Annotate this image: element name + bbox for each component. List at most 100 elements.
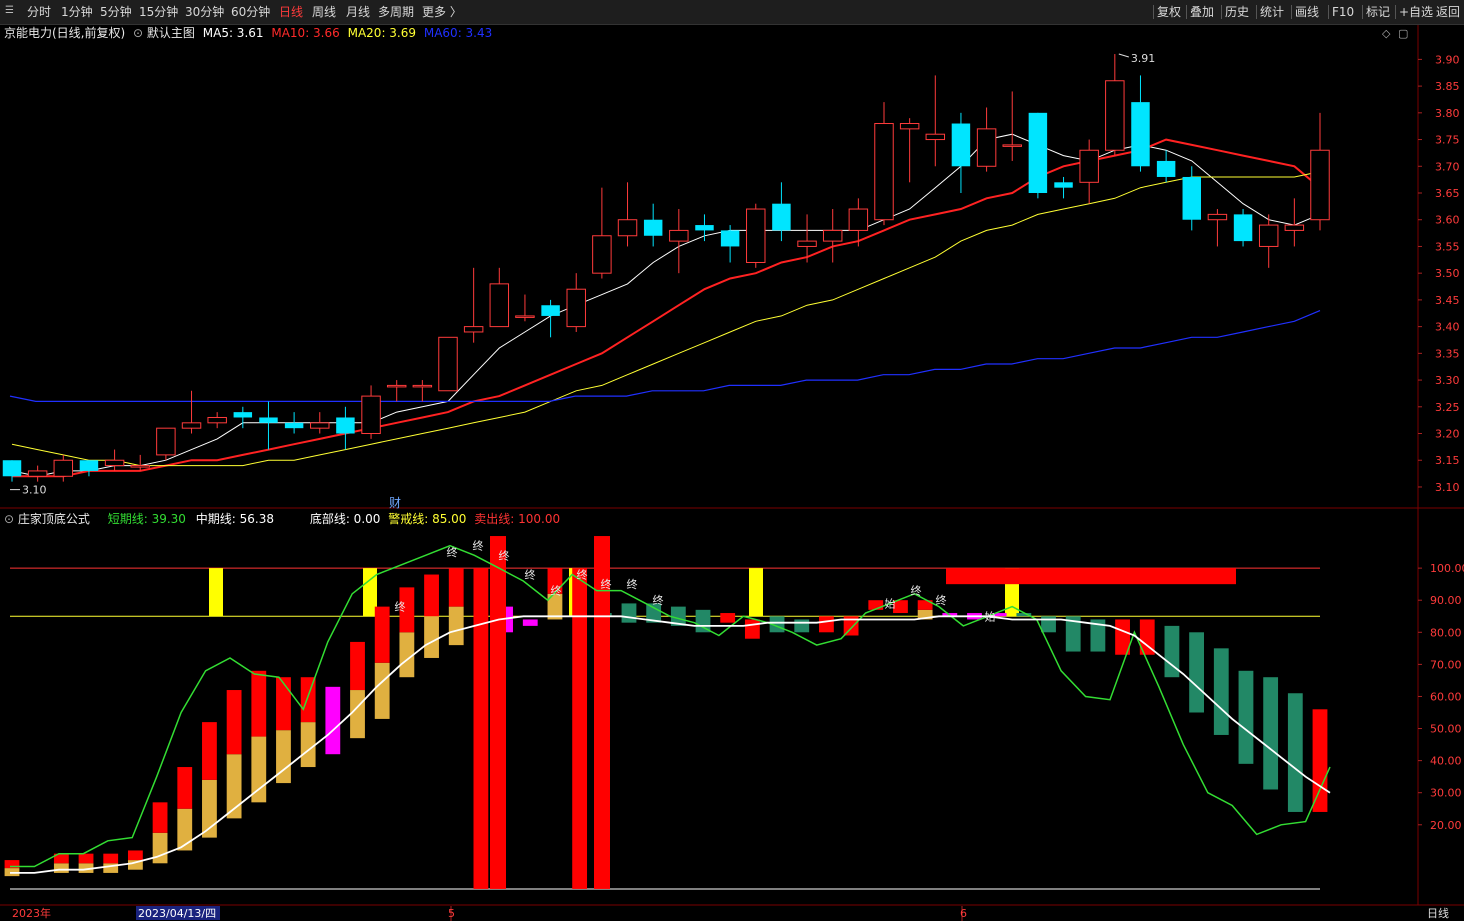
price-tick-label: 3.65 — [1435, 187, 1460, 200]
hist-bar-red — [424, 574, 439, 617]
top-signal-band — [946, 568, 1236, 585]
price-tick-label: 3.35 — [1435, 347, 1460, 360]
hist-bar-red — [78, 853, 94, 864]
sell-signal-column — [490, 536, 506, 889]
candle-body-up — [592, 235, 612, 274]
candle-body-up — [848, 208, 869, 231]
hist-bar-red — [276, 677, 291, 731]
candle-body-up — [899, 123, 920, 130]
candle-body-up — [874, 123, 894, 221]
diamond-icon[interactable]: ◇ — [1382, 27, 1390, 40]
hist-bar-magenta — [325, 686, 341, 755]
finance-event-marker: 财 — [389, 496, 401, 510]
hist-bar-gold — [424, 616, 439, 658]
indicator-tick-label: 60.00 — [1430, 690, 1462, 703]
end-marker: 终 — [551, 584, 562, 598]
candle-body-up — [515, 315, 535, 318]
high-price-label: 3.91 — [1131, 52, 1156, 65]
end-marker: 终 — [627, 577, 638, 591]
hist-bar-green — [1263, 677, 1279, 790]
indicator-tick-label: 30.00 — [1430, 787, 1462, 800]
candle-body-down — [1156, 160, 1176, 177]
candle-body-up — [1079, 149, 1099, 183]
low-price-label: 3.10 — [22, 484, 47, 497]
indicator-tick-label: 40.00 — [1430, 755, 1462, 768]
hist-bar-gold — [152, 832, 168, 864]
candle-body-up — [53, 459, 74, 477]
kline-chart-canvas[interactable]: 3.10 3.15 3.20 3.25 3.30 3.35 3.40 3.45 3.50 3.55… — [0, 0, 1464, 921]
hist-bar-red — [744, 619, 760, 639]
end-marker: 终 — [601, 577, 612, 591]
hist-bar-red — [374, 606, 390, 663]
price-tick-label: 3.20 — [1435, 428, 1460, 441]
end-marker: 终 — [447, 545, 458, 559]
period-label: 日线 — [1427, 906, 1449, 920]
candle-body-down — [541, 305, 560, 316]
price-tick-label: 3.75 — [1435, 134, 1460, 147]
hist-bar-gold — [350, 690, 365, 739]
price-tick-label: 3.15 — [1435, 454, 1460, 467]
candle-body-up — [438, 336, 458, 392]
ma20-label: MA20: 3.69 — [347, 26, 417, 40]
candle-body-up — [156, 427, 176, 456]
hist-bar-red — [350, 641, 365, 691]
price-tick-label: 3.25 — [1435, 401, 1460, 414]
mid-line-label: 中期线: 56.38 — [195, 512, 274, 526]
end-marker: 终 — [653, 593, 664, 607]
indicator-collapse-icon[interactable]: ⊙ — [4, 512, 14, 526]
end-marker: 终 — [911, 584, 922, 598]
price-tick-label: 3.70 — [1435, 160, 1460, 173]
ma60-line — [9, 310, 1321, 402]
candle-body-up — [976, 128, 997, 167]
candle-body-down — [1131, 102, 1150, 167]
alert-pillar — [749, 568, 763, 617]
indicator-tick-label: 50.00 — [1430, 723, 1462, 736]
template-selector-icon[interactable]: ⊙ — [133, 26, 143, 40]
candle-body-up — [1258, 224, 1279, 247]
panel-settings-icon[interactable]: ▢ — [1398, 27, 1408, 40]
ma5-line — [11, 133, 1321, 477]
hist-bar-red — [720, 613, 736, 623]
candle-body-up — [1284, 224, 1305, 231]
short-line-label: 短期线: 39.30 — [107, 512, 186, 526]
hist-bar-red — [127, 850, 143, 861]
candle-body-up — [207, 416, 227, 424]
indicator-tick-label: 100.00 — [1430, 562, 1464, 575]
hist-bar-red — [152, 802, 168, 833]
template-label[interactable]: 默认主图 — [147, 26, 195, 40]
hist-bar-gold — [53, 863, 69, 873]
candle-body-up — [1105, 80, 1125, 151]
candle-body-up — [669, 229, 689, 242]
high-pointer — [1118, 53, 1129, 58]
price-tick-label: 3.60 — [1435, 214, 1460, 227]
alert-line-label: 警戒线: 85.00 — [388, 512, 467, 526]
hist-bar-green — [621, 603, 637, 623]
price-tick-label: 3.30 — [1435, 374, 1460, 387]
start-marker: 始 — [985, 609, 996, 623]
indicator-tick-label: 20.00 — [1430, 819, 1462, 832]
price-tick-label: 3.55 — [1435, 240, 1460, 253]
candle-body-up — [822, 229, 843, 242]
candle-body-up — [130, 465, 150, 468]
indicator-tick-label: 90.00 — [1430, 594, 1462, 607]
month-label-june: 6 — [960, 907, 967, 920]
price-tick-label: 3.50 — [1435, 267, 1460, 280]
hist-bar-gold — [300, 722, 316, 768]
candle-body-up — [617, 219, 638, 237]
hist-bar-magenta — [522, 619, 538, 626]
candle-body-up — [386, 384, 407, 388]
hist-bar-green — [695, 609, 711, 633]
candle-body-down — [1182, 176, 1201, 220]
end-marker: 终 — [577, 568, 588, 582]
candle-body-up — [566, 288, 586, 328]
candle-body-up — [181, 422, 202, 429]
candle-body-down — [336, 417, 355, 434]
ma60-label: MA60: 3.43 — [423, 26, 493, 40]
candle-body-down — [695, 225, 714, 231]
candle-body-down — [1054, 182, 1073, 188]
hist-bar-red — [448, 568, 464, 607]
hist-bar-red — [103, 853, 119, 864]
ma5-label: MA5: 3.61 — [202, 26, 264, 40]
candle-body-up — [1002, 144, 1022, 147]
indicator-name[interactable]: 庄家顶底公式 — [18, 512, 90, 526]
